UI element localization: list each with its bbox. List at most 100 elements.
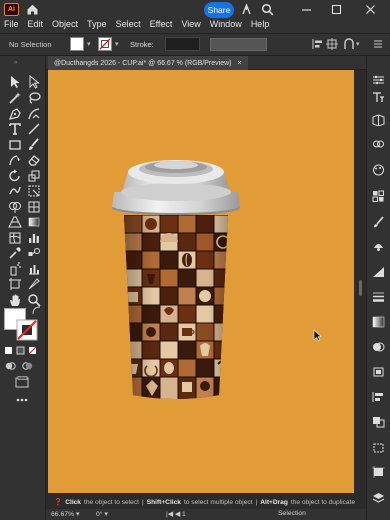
artboard[interactable] [48,70,354,493]
transform-panel-icon[interactable] [372,442,385,454]
perspective-grid-tool-icon[interactable] [8,215,22,229]
canvas[interactable] [46,70,366,495]
stroke-dropdown-icon[interactable]: ▾ [115,40,119,48]
live-paint-tool-icon[interactable] [27,200,41,214]
chart-tool-icon[interactable] [27,231,41,245]
column-graph-tool-icon[interactable] [27,262,41,276]
pen-tool-icon[interactable] [8,107,22,121]
graphic-styles-icon[interactable] [372,266,385,278]
layers-panel-icon[interactable] [372,492,385,504]
menu-window[interactable]: Window [210,19,242,29]
menu-type[interactable]: Type [87,19,107,29]
swatches-panel-icon[interactable] [372,190,385,202]
search-icon[interactable] [261,3,274,16]
menu-edit[interactable]: Edit [28,19,44,29]
scale-tool-icon[interactable] [27,169,41,183]
panel-menu-icon[interactable] [372,38,384,50]
mouse-cursor-icon [313,329,322,342]
paintbrush-tool-icon[interactable] [27,138,41,152]
curvature-tool-icon[interactable] [27,107,41,121]
page-number: 1 [182,511,186,518]
home-icon[interactable] [26,3,39,16]
collapse-icon: » [14,60,18,66]
align-panel-icon[interactable] [372,391,385,403]
stroke-panel-icon[interactable] [372,291,385,303]
share-button[interactable]: Share [204,2,234,18]
symbols-panel-icon[interactable] [372,240,385,252]
direct-selection-tool-icon[interactable] [27,75,41,89]
libraries-panel-icon[interactable] [372,114,385,126]
mesh-tool-icon[interactable] [8,231,22,245]
hint-key-2: Shift+Click [146,498,181,506]
line-segment-tool-icon[interactable] [27,122,41,136]
screen-mode-icon[interactable] [15,376,29,388]
shape-builder-tool-icon[interactable] [8,200,22,214]
maximize-icon[interactable] [330,3,343,16]
brushes-panel-icon[interactable] [372,216,385,228]
rotate-tool-icon[interactable] [8,169,22,183]
stroke-weight-field[interactable] [165,37,200,51]
brush-dropdown[interactable] [210,38,267,51]
menu-help[interactable]: Help [251,19,270,29]
artboard-navigator[interactable]: |◀ ◀ 1 [166,510,186,518]
close-tab-icon[interactable]: × [238,60,242,67]
transparency-panel-icon[interactable] [372,341,385,353]
document-tab-title: @Ducthangds 2026 - CUP.ai* @ 66.67 % (RG… [54,59,232,67]
fill-swatch[interactable] [70,37,84,51]
zoom-level[interactable]: 66.67% ▾ [51,510,79,518]
swap-fill-stroke-icon[interactable] [32,306,41,315]
stroke-swatch[interactable] [98,37,112,51]
magic-wand-tool-icon[interactable] [8,91,22,105]
zoom-tool-icon[interactable] [27,293,41,307]
free-transform-tool-icon[interactable] [27,184,41,198]
pathfinder-panel-icon[interactable] [372,416,385,428]
color-panel-icon[interactable] [372,164,385,176]
coffee-cup-artwork[interactable] [48,70,354,493]
fill-dropdown-icon[interactable]: ▾ [87,40,91,48]
hint-key-1: Click [65,498,81,506]
artboards-panel-icon[interactable] [372,466,385,478]
edit-toolbar-icon[interactable] [15,397,29,403]
hint-text-1: the object to select [83,498,139,506]
eraser-tool-icon[interactable] [27,153,41,167]
document-tabs: @Ducthangds 2026 - CUP.ai* @ 66.67 % (RG… [46,56,366,70]
gradient-panel-icon[interactable] [372,316,385,328]
rotation-field[interactable]: 0° ▾ [96,510,108,518]
align-icon[interactable] [312,38,324,50]
eyedropper-tool-icon[interactable] [8,246,22,260]
menu-object[interactable]: Object [52,19,78,29]
menu-file[interactable]: File [4,19,19,29]
menu-view[interactable]: View [181,19,200,29]
puppet-icon[interactable] [343,38,355,50]
slice-tool-icon[interactable] [27,277,41,291]
stroke-color-swatch[interactable] [16,319,38,341]
rectangle-tool-icon[interactable] [8,138,22,152]
vertical-scrollbar[interactable] [357,70,365,495]
scroll-thumb[interactable] [359,280,362,296]
menu-select[interactable]: Select [116,19,141,29]
close-icon[interactable] [364,3,377,16]
symbol-sprayer-tool-icon[interactable] [8,262,22,276]
document-tab[interactable]: @Ducthangds 2026 - CUP.ai* @ 66.67 % (RG… [48,56,248,70]
drawing-mode-icons[interactable] [4,361,38,371]
cc-libraries-icon[interactable] [372,138,385,150]
blend-tool-icon[interactable] [27,246,41,260]
menu-effect[interactable]: Effect [150,19,173,29]
type-tool-icon[interactable] [8,122,22,136]
transform-icon[interactable] [326,38,338,50]
color-mode-icons[interactable] [4,346,38,355]
selection-tool-icon[interactable] [8,75,22,89]
hand-tool-icon[interactable] [8,293,22,307]
warp-tool-icon[interactable] [8,184,22,198]
more-dropdown-icon[interactable]: ▾ [356,40,360,48]
appearance-panel-icon[interactable] [372,366,385,378]
gradient-tool-icon[interactable] [27,215,41,229]
contextual-hint-bar: ❓ Click the object to select | Shift+Cli… [46,495,366,509]
pen-tip-icon[interactable] [240,3,253,16]
minimize-icon[interactable] [300,3,313,16]
shaper-tool-icon[interactable] [8,153,22,167]
character-panel-icon[interactable] [372,91,385,103]
artboard-tool-icon[interactable] [8,277,22,291]
lasso-tool-icon[interactable] [27,91,41,105]
properties-panel-icon[interactable] [372,74,385,86]
